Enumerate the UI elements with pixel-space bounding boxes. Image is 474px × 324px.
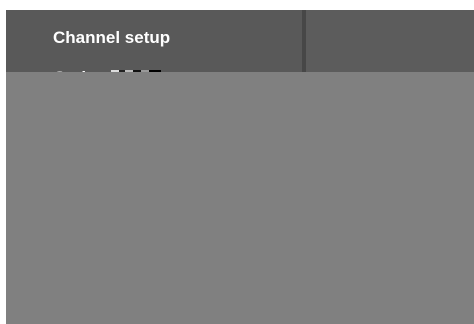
tv-screen: Channel setup Go ba [6,10,474,324]
right-panel [306,10,474,72]
menu-panel: Channel setup Go ba [6,10,302,87]
gray-overlay [6,72,474,324]
menu-item-channel-setup[interactable]: Channel setup [53,28,170,48]
